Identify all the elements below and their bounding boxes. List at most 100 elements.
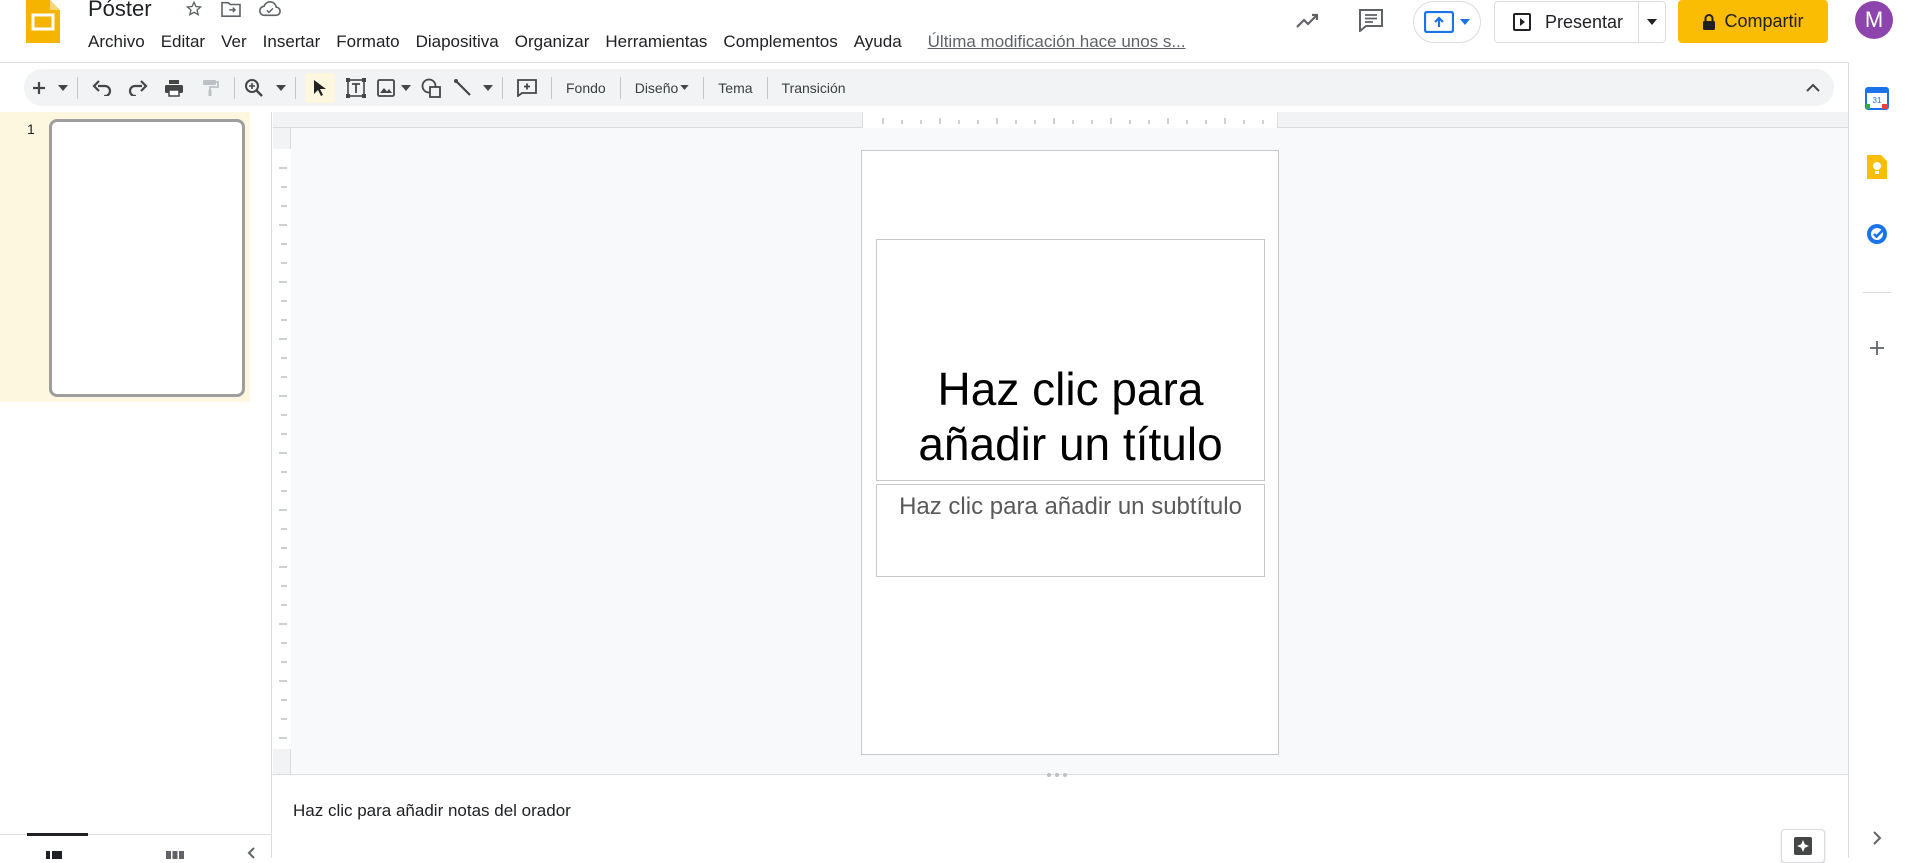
speaker-notes: Haz clic para añadir notas del orador bbox=[273, 773, 1848, 863]
cursor-icon bbox=[314, 79, 326, 96]
toolbar-divider bbox=[77, 76, 78, 99]
line-icon bbox=[454, 78, 471, 96]
menu-insertar[interactable]: Insertar bbox=[255, 30, 329, 54]
slide-number: 1 bbox=[27, 121, 35, 137]
toolbar-divider bbox=[502, 76, 503, 99]
transition-button[interactable]: Transición bbox=[774, 73, 854, 103]
add-icon[interactable] bbox=[1863, 334, 1891, 362]
filmstrip: 1 bbox=[0, 112, 272, 859]
background-button[interactable]: Fondo bbox=[558, 73, 614, 103]
line-button[interactable] bbox=[453, 73, 493, 103]
svg-text:31: 31 bbox=[1873, 96, 1882, 105]
subtitle-placeholder[interactable]: Haz clic para añadir un subtítulo bbox=[876, 484, 1265, 577]
document-title[interactable]: Póster bbox=[88, 0, 152, 22]
present-button[interactable]: Presentar bbox=[1495, 2, 1640, 42]
insert-image-button[interactable] bbox=[377, 73, 411, 103]
menu-editar[interactable]: Editar bbox=[153, 30, 213, 54]
title-line-1: Haz clic para bbox=[937, 363, 1204, 415]
menu-herramientas[interactable]: Herramientas bbox=[597, 30, 715, 54]
menu-ver[interactable]: Ver bbox=[213, 30, 255, 54]
vertical-ruler-active-area bbox=[273, 149, 291, 749]
account-avatar[interactable]: M bbox=[1855, 1, 1893, 39]
menu-diapositiva[interactable]: Diapositiva bbox=[408, 30, 507, 54]
new-slide-button[interactable] bbox=[30, 73, 68, 103]
title-placeholder[interactable]: Haz clic para añadir un título bbox=[876, 239, 1265, 481]
chevron-down-icon bbox=[680, 85, 689, 90]
calendar-icon[interactable]: 31 bbox=[1863, 84, 1891, 112]
slide-thumbnail[interactable] bbox=[49, 119, 245, 397]
toolbar-divider bbox=[766, 76, 768, 99]
expand-panel-icon[interactable] bbox=[1863, 824, 1891, 852]
slides-logo-icon[interactable] bbox=[26, 0, 60, 43]
add-comment-icon bbox=[517, 78, 537, 97]
slide[interactable]: Haz clic para añadir un título Haz clic p… bbox=[861, 150, 1279, 755]
collapse-menus-button[interactable] bbox=[1798, 73, 1828, 103]
menu-complementos[interactable]: Complementos bbox=[715, 30, 845, 54]
redo-button[interactable] bbox=[123, 73, 153, 103]
undo-button[interactable] bbox=[87, 73, 117, 103]
share-button[interactable]: Compartir bbox=[1678, 0, 1828, 43]
layout-label: Diseño bbox=[634, 79, 679, 96]
menu-organizar[interactable]: Organizar bbox=[507, 30, 598, 54]
horizontal-ruler bbox=[273, 112, 1848, 128]
present-options-dropdown[interactable] bbox=[1639, 19, 1665, 25]
print-icon bbox=[165, 79, 183, 97]
side-panel: 31 bbox=[1848, 62, 1905, 858]
share-label: Compartir bbox=[1724, 11, 1804, 31]
image-icon bbox=[377, 78, 395, 97]
lock-icon bbox=[1703, 13, 1716, 30]
subtitle-placeholder-text: Haz clic para añadir un subtítulo bbox=[899, 493, 1242, 520]
last-edit-link[interactable]: Última modificación hace unos s... bbox=[928, 32, 1186, 52]
speaker-notes-field[interactable]: Haz clic para añadir notas del orador bbox=[293, 801, 571, 821]
comments-icon[interactable] bbox=[1353, 2, 1389, 38]
menu-ayuda[interactable]: Ayuda bbox=[846, 30, 910, 54]
present-button-group: Presentar bbox=[1494, 1, 1666, 43]
chevron-up-icon bbox=[1806, 83, 1820, 92]
toolbar-divider bbox=[234, 76, 235, 99]
plus-icon bbox=[33, 81, 45, 94]
menu-formato[interactable]: Formato bbox=[328, 30, 407, 54]
horizontal-ruler-active-area bbox=[862, 112, 1278, 128]
filmstrip-slide-1[interactable]: 1 bbox=[0, 112, 250, 402]
filmstrip-view-indicator bbox=[27, 833, 88, 836]
zoom-button[interactable] bbox=[244, 73, 286, 103]
title-line-2: añadir un título bbox=[918, 418, 1223, 470]
toolbar: Fondo Diseño Tema Transición bbox=[0, 62, 1848, 112]
toolbar-divider bbox=[619, 76, 621, 99]
shape-button[interactable] bbox=[417, 73, 447, 103]
menu-archivo[interactable]: Archivo bbox=[80, 30, 153, 54]
undo-icon bbox=[92, 79, 112, 96]
add-comment-button[interactable] bbox=[512, 73, 542, 103]
meet-present-button[interactable] bbox=[1413, 1, 1481, 43]
text-box-icon bbox=[346, 77, 366, 98]
toolbar-divider bbox=[551, 76, 552, 99]
select-tool-button[interactable] bbox=[305, 72, 335, 103]
filmstrip-view-switcher bbox=[0, 833, 272, 859]
notes-resize-handle[interactable] bbox=[1047, 773, 1073, 779]
theme-button[interactable]: Tema bbox=[710, 73, 760, 103]
shape-icon bbox=[421, 78, 441, 98]
explore-icon bbox=[1794, 837, 1812, 855]
redo-icon bbox=[128, 79, 148, 96]
tasks-icon[interactable] bbox=[1863, 220, 1891, 248]
text-box-button[interactable] bbox=[341, 73, 371, 103]
star-icon[interactable] bbox=[183, 0, 205, 18]
side-panel-divider bbox=[1863, 292, 1891, 293]
slide-canvas: Haz clic para añadir un título Haz clic p… bbox=[273, 112, 1848, 774]
chevron-down-icon bbox=[1647, 19, 1658, 25]
move-folder-icon[interactable] bbox=[220, 0, 242, 18]
title-placeholder-text: Haz clic para añadir un título bbox=[918, 362, 1222, 472]
chevron-down-icon bbox=[1460, 19, 1470, 25]
chevron-down-icon bbox=[483, 84, 493, 91]
activity-dashboard-icon[interactable] bbox=[1290, 2, 1326, 38]
keep-icon[interactable] bbox=[1863, 153, 1891, 181]
print-button[interactable] bbox=[159, 73, 189, 103]
cloud-saved-icon bbox=[258, 0, 281, 18]
hide-filmstrip-icon[interactable] bbox=[246, 847, 256, 859]
paint-format-icon bbox=[203, 79, 219, 96]
toolbar-divider bbox=[295, 76, 296, 99]
header: Póster Archivo Editar Ver Insertar Forma… bbox=[0, 0, 1905, 61]
paint-format-button[interactable] bbox=[195, 73, 225, 103]
chevron-down-icon bbox=[58, 84, 68, 91]
layout-button[interactable]: Diseño bbox=[627, 73, 698, 103]
